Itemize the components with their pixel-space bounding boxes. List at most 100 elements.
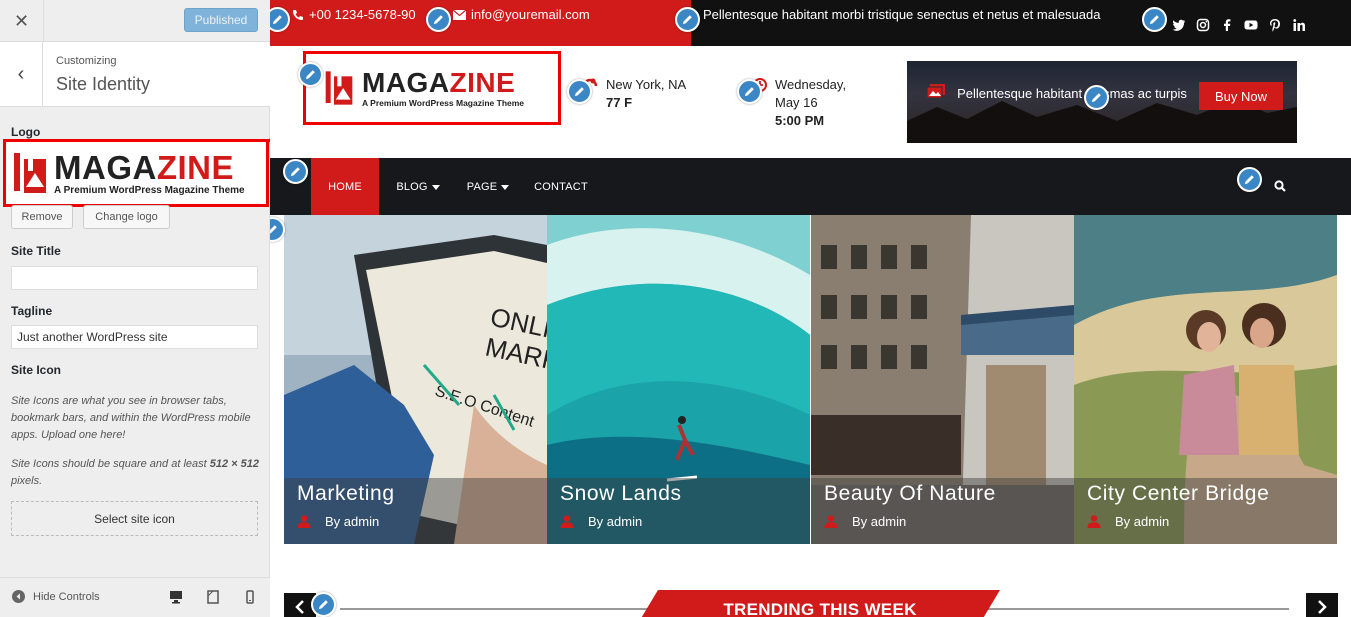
slide-author-name: By admin: [1115, 514, 1170, 529]
customizer-footer: Hide Controls: [0, 577, 270, 617]
logo-brand-a: MAGA: [54, 148, 157, 186]
featured-slider: ONLI MARKE S.E.O Content Marketing By ad…: [284, 215, 1338, 544]
phone-icon: [293, 9, 303, 20]
customizer-header-bar: ✕ Published: [0, 0, 270, 42]
linkedin-icon[interactable]: [1292, 18, 1306, 32]
pinterest-icon[interactable]: [1268, 18, 1282, 32]
slide-card[interactable]: ONLI MARKE S.E.O Content Marketing By ad…: [284, 215, 547, 544]
nav-home[interactable]: HOME: [311, 158, 379, 215]
tablet-preview-icon[interactable]: [206, 590, 220, 604]
weather-location: New York, NA: [606, 77, 687, 92]
edit-shortcut-pencil-icon[interactable]: [675, 7, 700, 32]
published-button[interactable]: Published: [184, 8, 258, 32]
instagram-icon[interactable]: [1196, 18, 1210, 32]
edit-shortcut-pencil-icon[interactable]: [311, 592, 336, 617]
logo-preview[interactable]: MAGAZINE A Premium WordPress Magazine Th…: [3, 139, 269, 207]
date-time: 5:00 PM: [775, 113, 825, 128]
edit-shortcut-pencil-icon[interactable]: [426, 7, 451, 32]
slide-title[interactable]: Snow Lands: [560, 482, 682, 506]
date-day: Wednesday,: [775, 77, 847, 92]
weather-temp: 77 F: [606, 95, 633, 110]
slide-title[interactable]: City Center Bridge: [1087, 482, 1269, 506]
facebook-icon[interactable]: [1220, 18, 1234, 32]
twitter-icon[interactable]: [1172, 18, 1186, 32]
trending-next-button[interactable]: [1306, 593, 1338, 617]
logo-text: MAGAZINE A Premium WordPress Magazine Th…: [54, 151, 245, 196]
edit-shortcut-pencil-icon[interactable]: [737, 79, 762, 104]
slide-caption: Marketing By admin: [284, 478, 547, 544]
date-date: May 16: [775, 95, 818, 110]
logo-tagline: A Premium WordPress Magazine Theme: [54, 184, 245, 196]
edit-shortcut-pencil-icon[interactable]: [1084, 85, 1109, 110]
site-icon-size-note: Site Icons should be square and at least…: [11, 456, 261, 490]
images-icon: [927, 84, 945, 98]
slide-author: By admin: [560, 514, 642, 529]
slide-author-name: By admin: [852, 514, 907, 529]
back-arrow-icon[interactable]: ‹: [0, 42, 43, 107]
site-icon-label: Site Icon: [11, 363, 62, 377]
header-logo[interactable]: MAGAZINE A Premium WordPress Magazine Th…: [303, 51, 561, 125]
chevron-right-icon: [1318, 600, 1327, 614]
section-title: Site Identity: [56, 74, 151, 94]
site-title-label: Site Title: [11, 244, 61, 258]
topbar-phone[interactable]: +00 1234-5678-90: [292, 7, 416, 22]
user-icon: [1087, 515, 1101, 528]
nav-contact[interactable]: CONTACT: [528, 158, 594, 215]
logo-brand-b: ZINE: [156, 148, 234, 186]
close-icon[interactable]: ✕: [0, 0, 44, 42]
edit-shortcut-pencil-icon[interactable]: [270, 217, 285, 242]
slide-title[interactable]: Beauty Of Nature: [824, 482, 996, 506]
desktop-preview-icon[interactable]: [169, 590, 183, 604]
slide-author: By admin: [1087, 514, 1169, 529]
tagline-input[interactable]: Just another WordPress site: [11, 325, 258, 349]
header-logo-mark-icon: [325, 71, 353, 105]
header-brand-a: MAGA: [362, 66, 450, 98]
edit-shortcut-pencil-icon[interactable]: [1142, 7, 1167, 32]
buy-now-button[interactable]: Buy Now: [1199, 82, 1283, 110]
header-logo-tagline: A Premium WordPress Magazine Theme: [362, 97, 525, 108]
edit-shortcut-pencil-icon[interactable]: [567, 79, 592, 104]
slide-card[interactable]: Snow Lands By admin: [547, 215, 810, 544]
site-preview: +00 1234-5678-90 info@youremail.com Pell…: [270, 0, 1351, 617]
nav-home-label: HOME: [328, 180, 362, 193]
nav-blog[interactable]: BLOG: [388, 158, 448, 215]
change-logo-button[interactable]: Change logo: [83, 205, 170, 229]
user-icon: [297, 515, 311, 528]
search-icon[interactable]: [1274, 180, 1286, 192]
hide-controls-button[interactable]: Hide Controls: [12, 590, 100, 603]
select-site-icon-button[interactable]: Select site icon: [11, 501, 258, 536]
size-note-text: Site Icons should be square and at least: [11, 458, 210, 470]
size-note-dims: 512 × 512: [209, 458, 259, 470]
logo-mark-icon: [14, 153, 46, 193]
topbar-contact: +00 1234-5678-90 info@youremail.com: [270, 0, 691, 46]
ad-text: Pellentesque habitant elesmas ac turpis: [957, 86, 1187, 101]
slide-title[interactable]: Marketing: [297, 482, 395, 506]
nav-page-label: PAGE: [466, 180, 498, 193]
user-icon: [560, 515, 574, 528]
remove-logo-button[interactable]: Remove: [11, 205, 73, 229]
header-brand-b: ZINE: [449, 66, 516, 98]
site-title-input[interactable]: [11, 266, 258, 290]
mobile-preview-icon[interactable]: [243, 590, 257, 604]
header-logo-text: MAGAZINE A Premium WordPress Magazine Th…: [362, 66, 525, 108]
edit-shortcut-pencil-icon[interactable]: [298, 62, 323, 87]
ticker-text: Pellentesque habitant morbi tristique se…: [703, 7, 1101, 22]
collapse-icon: [12, 590, 25, 603]
chevron-left-icon: [295, 600, 304, 614]
slide-card[interactable]: City Center Bridge By admin: [1074, 215, 1337, 544]
section-header: ‹ Customizing Site Identity: [0, 42, 270, 107]
topbar-email[interactable]: info@youremail.com: [453, 7, 590, 22]
chevron-down-icon: [431, 184, 440, 190]
customizing-breadcrumb: Customizing: [56, 55, 117, 67]
edit-shortcut-pencil-icon[interactable]: [1237, 167, 1262, 192]
edit-shortcut-pencil-icon[interactable]: [283, 159, 308, 184]
youtube-icon[interactable]: [1244, 18, 1258, 32]
phone-text: +00 1234-5678-90: [309, 7, 416, 22]
envelope-icon: [453, 9, 466, 20]
slide-caption: Beauty Of Nature By admin: [811, 478, 1074, 544]
slide-author: By admin: [297, 514, 379, 529]
nav-page[interactable]: PAGE: [458, 158, 518, 215]
size-note-suffix: pixels.: [11, 475, 43, 487]
slide-author-name: By admin: [325, 514, 380, 529]
slide-card[interactable]: Beauty Of Nature By admin: [811, 215, 1074, 544]
